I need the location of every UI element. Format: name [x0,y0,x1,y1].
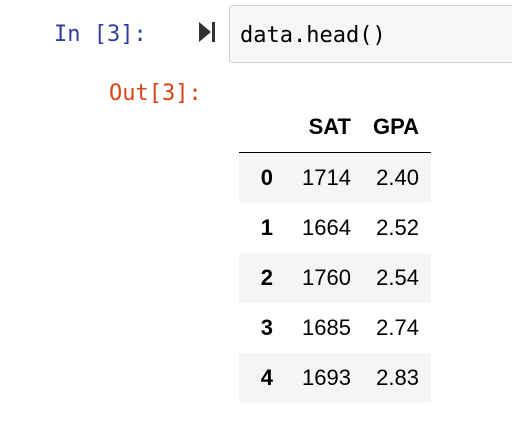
gpa-cell: 2.74 [376,315,419,340]
index-header [239,102,281,153]
step-forward-icon [199,22,215,42]
table-row: 4 1693 2.83 [239,353,431,403]
sat-cell: 1664 [302,215,351,240]
sat-cell: 1685 [302,315,351,340]
run-cell-button[interactable] [198,20,218,46]
table-row: 2 1760 2.54 [239,253,431,303]
output-prompt: Out[3]: [109,81,202,106]
notebook-page: In [3]: data.head() Out[3]: SAT GPA 0 17… [0,0,512,424]
row-index: 1 [260,215,273,240]
dataframe-table: SAT GPA 0 1714 2.40 1 1664 2.52 2 1760 2… [239,102,431,403]
gpa-cell: 2.52 [376,215,419,240]
table-header-row: SAT GPA [239,102,431,153]
column-header-gpa: GPA [359,102,431,153]
code-text[interactable]: data.head() [240,21,386,51]
gpa-cell: 2.54 [376,265,419,290]
gpa-cell: 2.83 [376,365,419,390]
sat-cell: 1714 [302,165,351,190]
row-index: 0 [260,165,273,190]
column-header-sat: SAT [281,102,359,153]
row-index: 4 [260,365,273,390]
row-index: 2 [260,265,273,290]
input-prompt: In [3]: [54,22,147,47]
sat-cell: 1760 [302,265,351,290]
sat-cell: 1693 [302,365,351,390]
row-index: 3 [260,315,273,340]
gpa-cell: 2.40 [376,165,419,190]
table-row: 3 1685 2.74 [239,303,431,353]
code-cell-editor[interactable]: data.head() [229,5,512,63]
table-row: 1 1664 2.52 [239,203,431,253]
table-row: 0 1714 2.40 [239,152,431,203]
